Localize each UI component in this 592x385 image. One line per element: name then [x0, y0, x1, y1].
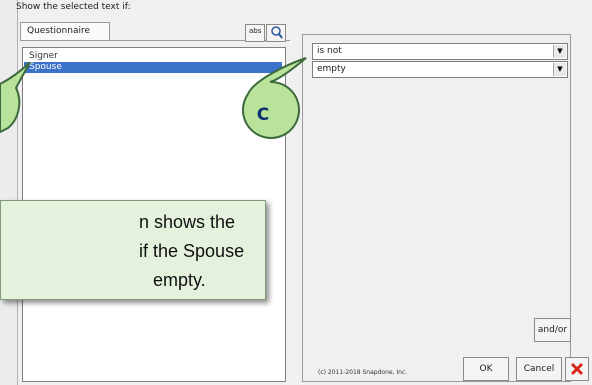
operator-dropdown[interactable]: is not ▼: [312, 43, 568, 60]
dialog-title: Show the selected text if:: [16, 2, 131, 12]
close-button[interactable]: [565, 357, 589, 381]
callout-letter: C: [257, 105, 269, 125]
tip-line-1: n shows the: [139, 212, 236, 232]
background-window: [0, 0, 18, 385]
close-icon: [570, 362, 584, 376]
tip-line-2: if the Spouse: [139, 241, 245, 261]
andor-button[interactable]: and/or: [534, 318, 571, 342]
condition-panel: [302, 34, 571, 382]
chevron-down-icon[interactable]: ▼: [553, 63, 566, 76]
callout-bubble-c-shape: [241, 57, 307, 139]
tip-line-3: empty.: [153, 270, 206, 290]
tab-questionnaire[interactable]: Questionnaire: [20, 22, 110, 40]
callout-bubble-left-shape: [0, 62, 31, 134]
chevron-down-icon[interactable]: ▼: [553, 45, 566, 58]
ok-button[interactable]: OK: [463, 357, 509, 381]
search-button[interactable]: [266, 24, 286, 42]
abs-button[interactable]: abs: [245, 24, 265, 42]
value-dropdown[interactable]: empty ▼: [312, 61, 568, 78]
magnifier-icon: [271, 26, 283, 39]
operator-value: is not: [317, 46, 342, 56]
condition-value: empty: [317, 64, 346, 74]
cancel-button[interactable]: Cancel: [516, 357, 562, 381]
callout-bubble-c: C: [241, 57, 307, 139]
callout-tooltip: n shows the if the Spouse empty.: [0, 200, 266, 300]
callout-bubble-left: [0, 62, 31, 134]
copyright-text: (c) 2011-2018 Snapdone, Inc.: [318, 369, 408, 376]
abs-button-label: abs: [249, 27, 262, 35]
